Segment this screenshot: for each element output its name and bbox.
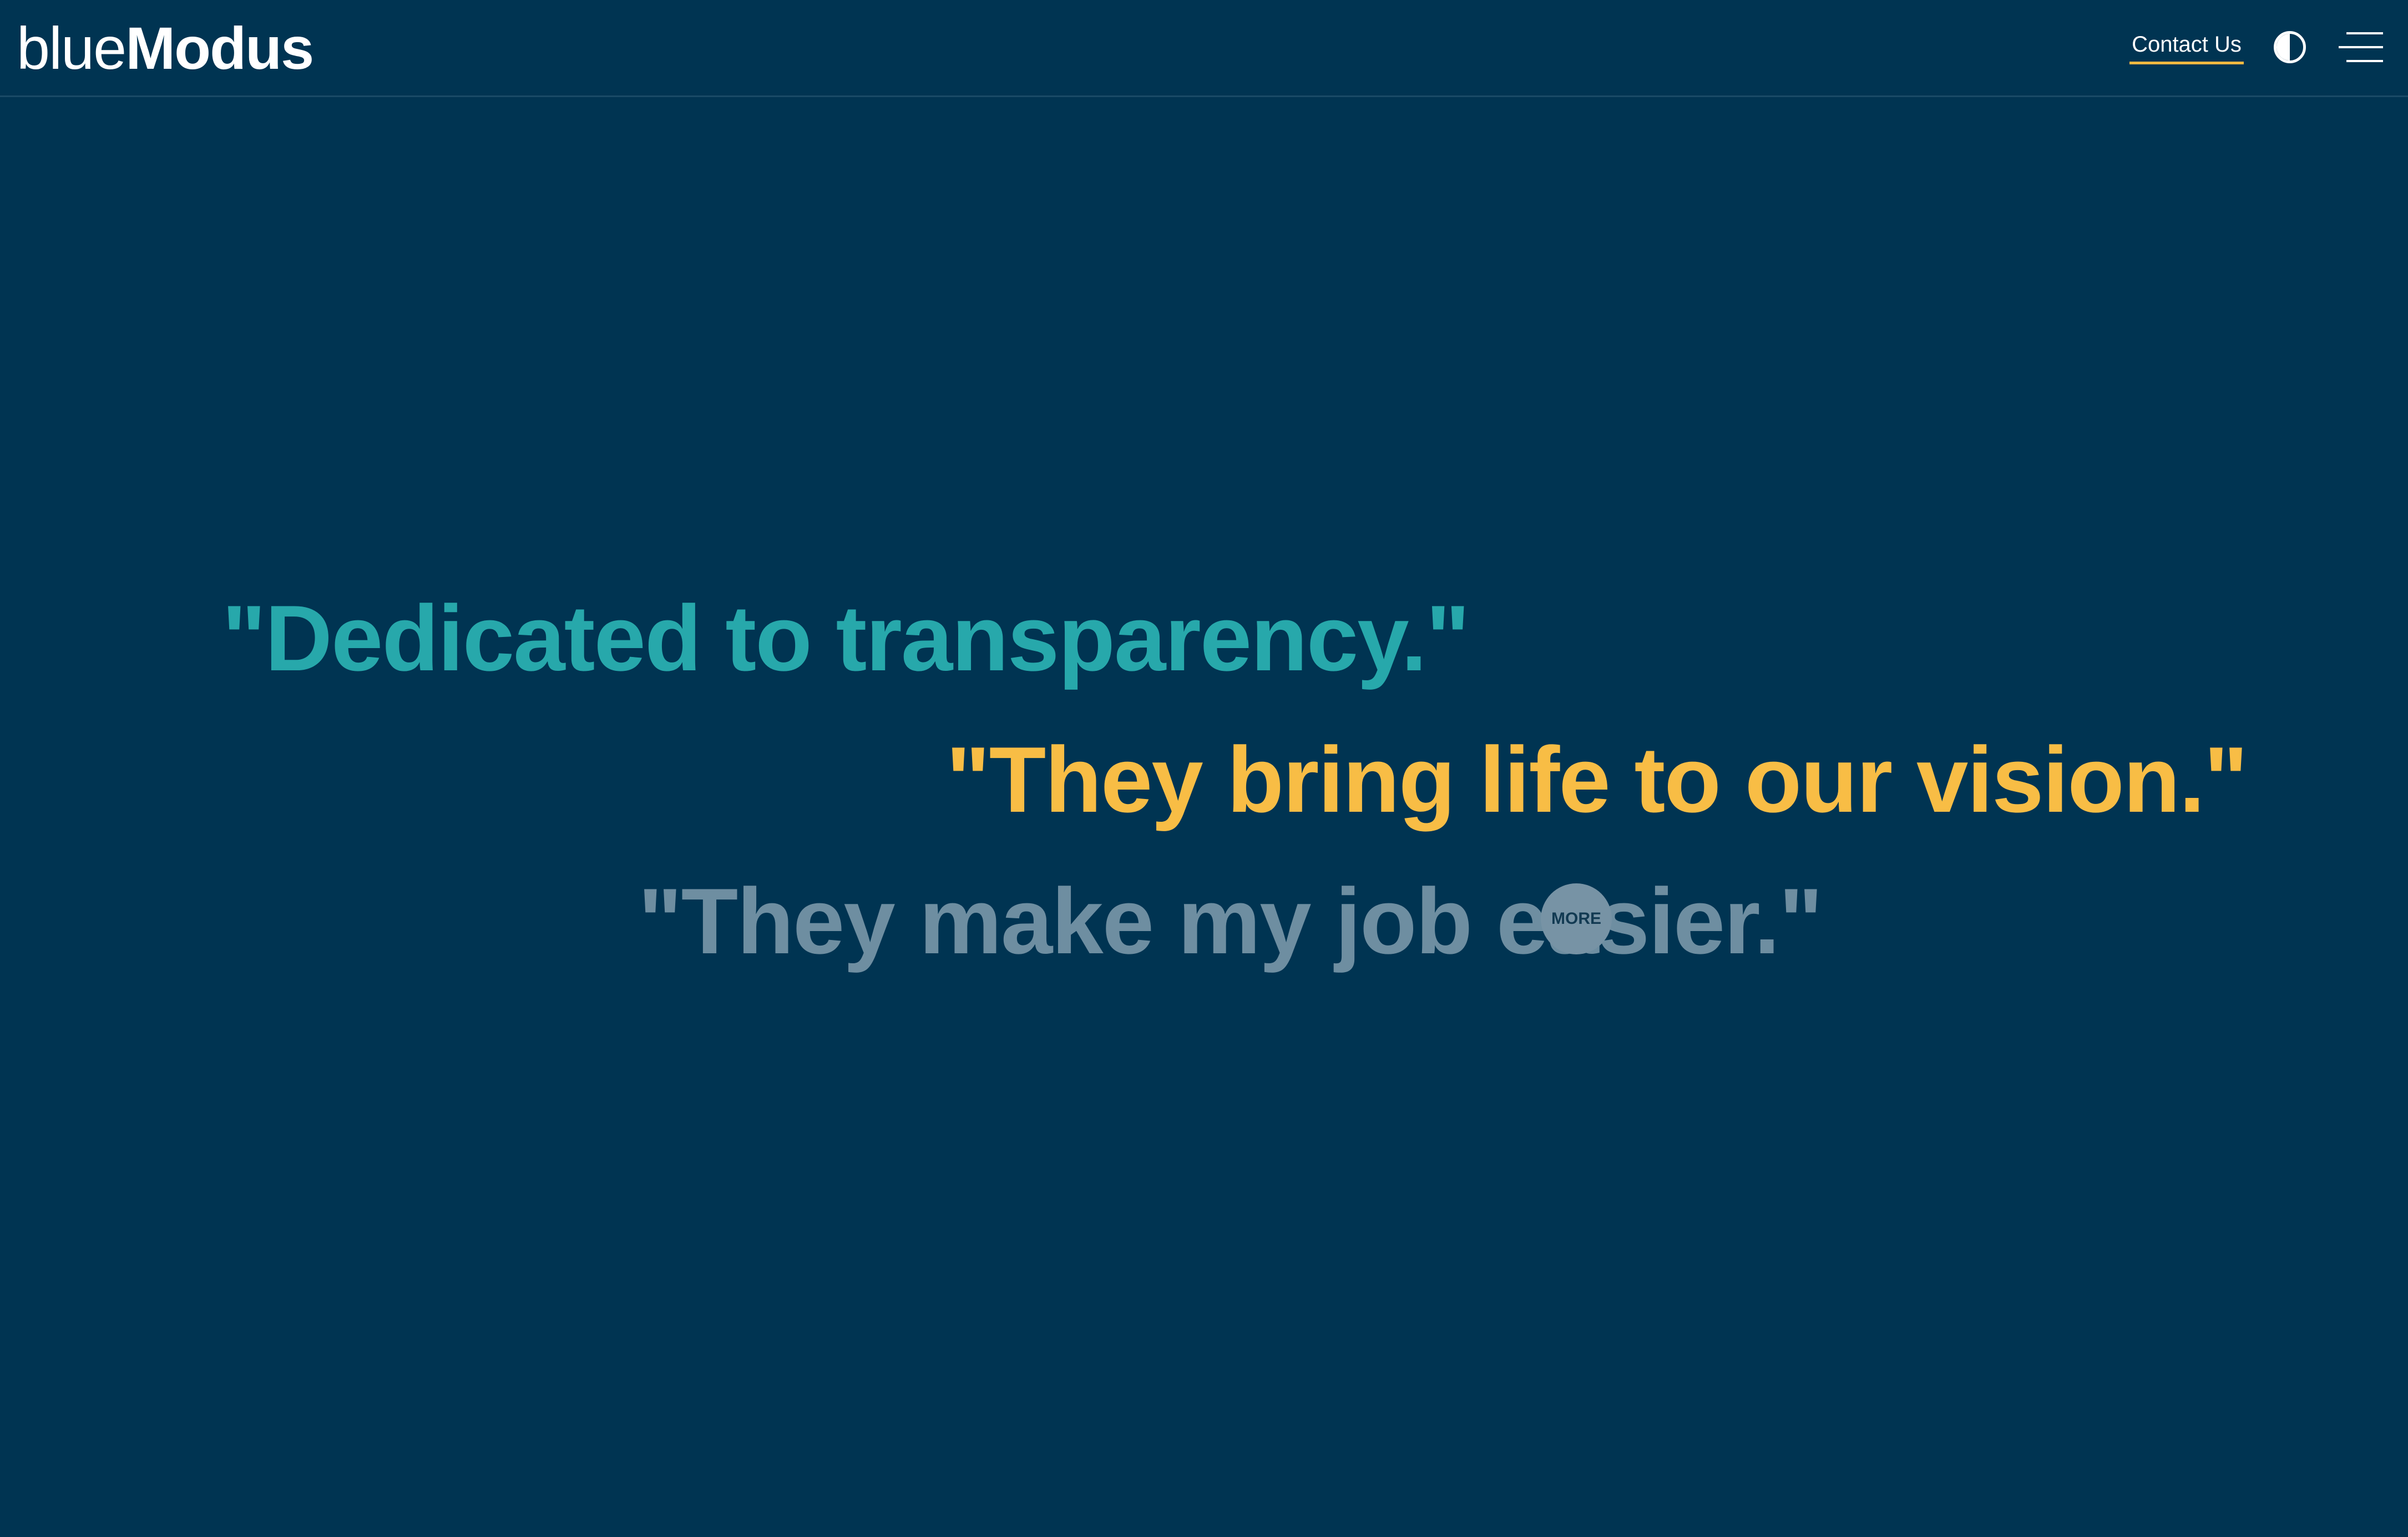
more-button[interactable]: MORE [1541,883,1612,954]
menu-line-top [2346,32,2383,34]
contrast-icon-half [2277,34,2290,60]
bluemodus-logo[interactable]: blueModus [17,12,314,84]
logo-light-text: blue [17,14,127,82]
contact-us-link[interactable]: Contact Us [2129,29,2244,64]
quote-vision: "They bring life to our vision." [946,727,2248,832]
quote-job-easier: "They make my job easier." [638,869,1823,973]
site-header: blueModus Contact Us [0,0,2408,97]
logo-bold-text: Modus [125,14,314,82]
menu-line-bottom [2346,60,2383,62]
quote-transparency: "Dedicated to transparency." [222,586,1470,690]
hamburger-menu-icon[interactable] [2339,32,2383,62]
menu-line-middle [2339,46,2383,48]
contrast-icon[interactable] [2274,31,2306,63]
